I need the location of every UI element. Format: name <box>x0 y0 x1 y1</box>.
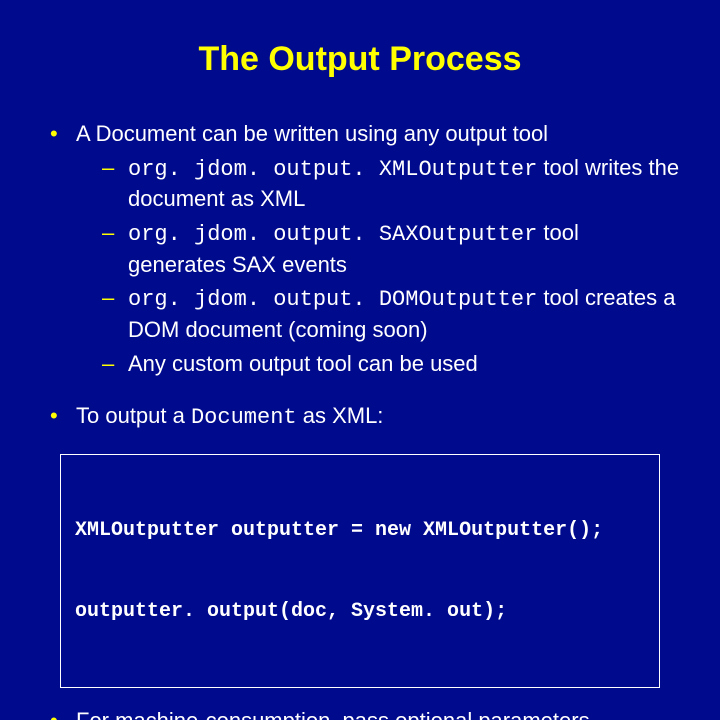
bullet-list: A Document can be written using any outp… <box>40 119 680 432</box>
bullet-1: A Document can be written using any outp… <box>40 119 680 379</box>
code-saxoutputter: org. jdom. output. SAXOutputter <box>128 222 537 247</box>
bullet-1-sub-2: org. jdom. output. SAXOutputter tool gen… <box>102 218 680 279</box>
bullet-1-sub-4: Any custom output tool can be used <box>102 349 680 379</box>
code-block-1-line-1: XMLOutputter outputter = new XMLOutputte… <box>75 517 645 544</box>
bullet-2: To output a Document as XML: <box>40 401 680 433</box>
bullet-3: For machine-consumption, pass optional p… <box>40 706 680 720</box>
code-block-1: XMLOutputter outputter = new XMLOutputte… <box>60 454 660 688</box>
bullet-1-sub-4-text: Any custom output tool can be used <box>128 351 478 376</box>
bullet-2-prefix: To output a <box>76 403 191 428</box>
code-xmloutputter: org. jdom. output. XMLOutputter <box>128 157 537 182</box>
bullet-3-text: For machine-consumption, pass optional p… <box>76 708 590 720</box>
bullet-1-sublist: org. jdom. output. XMLOutputter tool wri… <box>102 153 680 379</box>
bullet-1-sub-1: org. jdom. output. XMLOutputter tool wri… <box>102 153 680 214</box>
bullet-2-suffix: as XML: <box>297 403 384 428</box>
slide-title: The Output Process <box>40 40 680 79</box>
bullet-1-text: A Document can be written using any outp… <box>76 121 548 146</box>
code-domoutputter: org. jdom. output. DOMOutputter <box>128 287 537 312</box>
code-document: Document <box>191 405 297 430</box>
bullet-list-2: For machine-consumption, pass optional p… <box>40 706 680 720</box>
bullet-1-sub-3: org. jdom. output. DOMOutputter tool cre… <box>102 283 680 344</box>
code-block-1-line-2: outputter. output(doc, System. out); <box>75 598 645 625</box>
slide: The Output Process A Document can be wri… <box>0 0 720 720</box>
